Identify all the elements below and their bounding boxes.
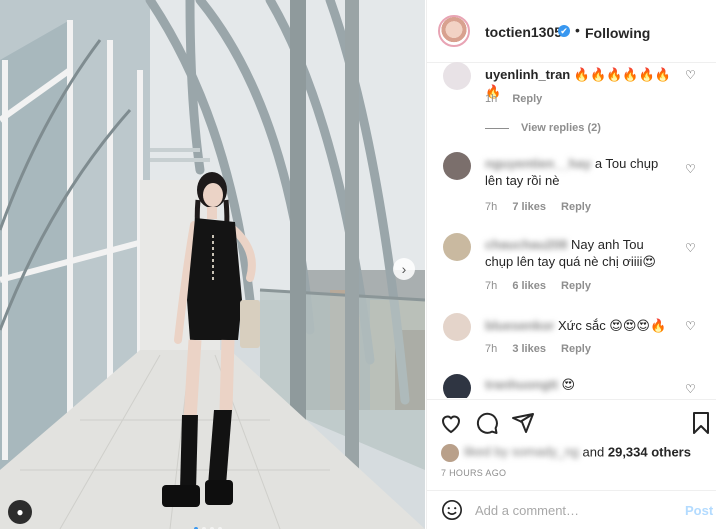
- likes-count[interactable]: 29,334 others: [608, 444, 691, 459]
- next-photo-button[interactable]: ›: [393, 258, 415, 280]
- comment-like-icon[interactable]: ♡: [685, 162, 696, 176]
- tagged-users-button[interactable]: ●: [8, 500, 32, 524]
- comment-text: 😍: [561, 377, 576, 392]
- verified-badge-icon: ✔: [558, 25, 570, 37]
- comment-username[interactable]: tranhuongtt: [485, 377, 558, 392]
- post-photo[interactable]: › ●: [0, 0, 425, 529]
- view-replies-button[interactable]: View replies (2): [485, 122, 601, 134]
- likes-summary[interactable]: liked by somady_ng and 29,334 others: [441, 444, 691, 462]
- reply-button[interactable]: Reply: [561, 343, 591, 355]
- comment-like-icon[interactable]: ♡: [685, 241, 696, 255]
- comment-username[interactable]: nguyentien__hay: [485, 156, 591, 171]
- post-timestamp[interactable]: 7 HOURS AGO: [441, 468, 506, 478]
- carousel-dots: [192, 518, 224, 529]
- comment-item: tranhuongtt 😍 ♡: [427, 374, 716, 398]
- comment-avatar[interactable]: [443, 152, 471, 180]
- post-actions: liked by somady_ng and 29,334 others 7 H…: [427, 399, 716, 530]
- comment-avatar[interactable]: [443, 313, 471, 341]
- post-comment-button[interactable]: Post: [685, 503, 713, 518]
- avatar[interactable]: [438, 15, 470, 47]
- comment-likes[interactable]: 7 likes: [512, 201, 546, 213]
- liker-avatar: [441, 444, 459, 462]
- bookmark-icon[interactable]: [689, 411, 713, 435]
- comment-likes[interactable]: 3 likes: [512, 343, 546, 355]
- comment-avatar[interactable]: [443, 374, 471, 398]
- add-comment-bar: Post: [427, 490, 716, 531]
- comment-likes[interactable]: 6 likes: [512, 280, 546, 292]
- post-panel: toctien1305 ✔ • Following uyenlinh_tran …: [426, 0, 716, 529]
- post-header: toctien1305 ✔ • Following: [427, 0, 716, 63]
- comment-like-icon[interactable]: ♡: [685, 319, 696, 333]
- comment-input[interactable]: [475, 503, 665, 518]
- comment-username[interactable]: chauchau208: [485, 237, 567, 252]
- view-replies-label: View replies (2): [521, 122, 601, 134]
- post-username[interactable]: toctien1305: [485, 24, 562, 40]
- comment-time[interactable]: 7h: [485, 201, 497, 213]
- share-icon[interactable]: [511, 411, 535, 435]
- comment-like-icon[interactable]: ♡: [685, 382, 696, 396]
- comment-username[interactable]: uyenlinh_tran: [485, 67, 570, 82]
- comment-like-icon[interactable]: ♡: [685, 68, 696, 82]
- emoji-icon[interactable]: [441, 499, 463, 521]
- reply-button[interactable]: Reply: [512, 93, 542, 105]
- chevron-right-icon: ›: [401, 261, 407, 277]
- photo-scene: [0, 0, 425, 529]
- reply-button[interactable]: Reply: [561, 201, 591, 213]
- likes-and: and: [582, 444, 605, 460]
- following-button[interactable]: Following: [585, 25, 650, 41]
- liked-by-user[interactable]: liked by somady_ng: [464, 444, 579, 459]
- comment-icon[interactable]: [475, 411, 499, 435]
- heart-icon[interactable]: [439, 411, 463, 435]
- comment-time[interactable]: 7h: [485, 343, 497, 355]
- user-tag-icon: ●: [16, 505, 24, 519]
- separator-dot: •: [575, 22, 580, 38]
- comment-text: Xức sắc 😍😍😍🔥: [557, 318, 667, 333]
- comment-username[interactable]: bluesenkor: [485, 318, 554, 333]
- reply-button[interactable]: Reply: [561, 280, 591, 292]
- comment-avatar[interactable]: [443, 62, 471, 90]
- comment-time[interactable]: 7h: [485, 280, 497, 292]
- comment-avatar[interactable]: [443, 233, 471, 261]
- comment-time[interactable]: 1h: [485, 93, 497, 105]
